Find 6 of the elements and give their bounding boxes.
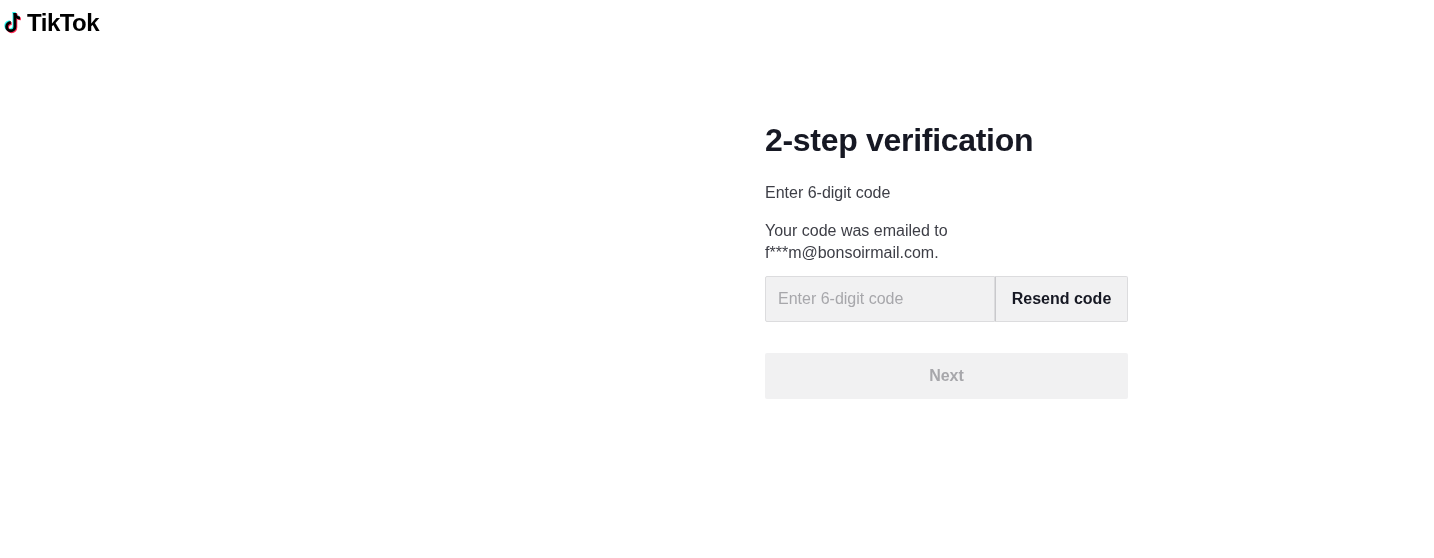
- code-label: Enter 6-digit code: [765, 183, 892, 203]
- logo-wordmark[interactable]: TikTok: [27, 9, 100, 37]
- code-input-field[interactable]: Enter 6-digit code: [765, 276, 995, 322]
- resend-code-button[interactable]: Resend code: [995, 276, 1128, 322]
- email-message: Your code was emailed to f***m@bonsoirmail.com.: [765, 221, 949, 263]
- page-title: 2-step verification: [765, 121, 1035, 160]
